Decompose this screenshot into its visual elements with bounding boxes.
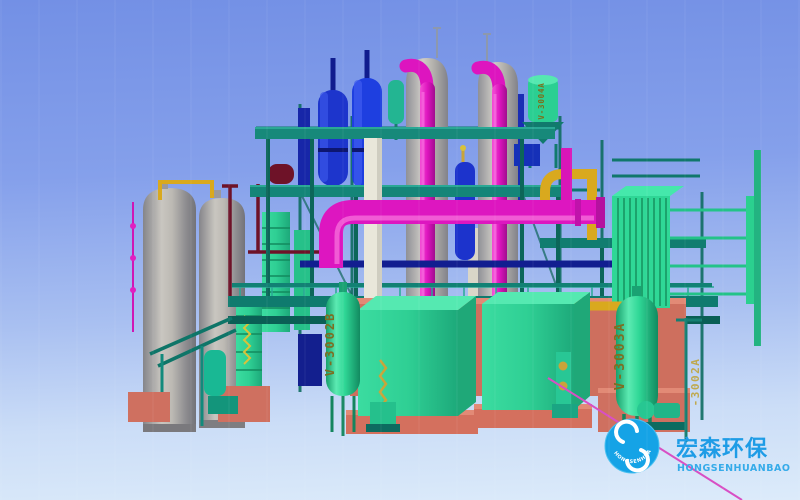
label-v3002b: V-3002B [323,312,337,377]
instrument-dot [460,145,466,151]
plant-scene: V-3004A [0,0,800,500]
left-magenta-valve-line [130,202,136,332]
label-pipe-3002a: -3002A [689,358,702,407]
logo-name-cn: 宏森环保 [676,436,768,462]
vent-stub-pipes [433,28,491,62]
label-v3004a: V-3004A [537,82,546,119]
green-tank-box-a [346,296,478,434]
vessel-v3002b: V-3002B [323,282,360,436]
label-v3003a: V-3003A [613,322,628,391]
pipe-flange [596,197,605,228]
plant-3d-render: V-3004A [0,0,800,500]
tie-rods [670,210,748,294]
logo-name-en: HONGSENHUANBAO [677,463,790,474]
